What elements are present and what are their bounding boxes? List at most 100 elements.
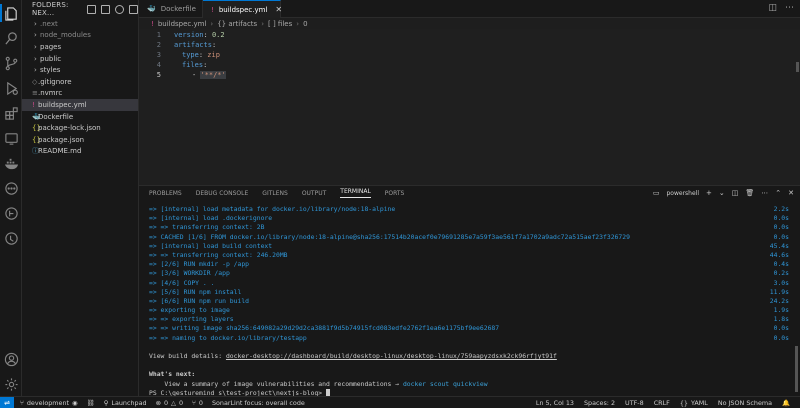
build-step-time: 3.0s xyxy=(773,278,789,287)
split-terminal-icon[interactable]: ◫ xyxy=(732,189,739,197)
build-step-text: => => naming to docker.io/library/testap… xyxy=(149,333,307,342)
sonarlint-status[interactable]: SonarLint focus: overall code xyxy=(212,399,305,407)
shell-name[interactable]: powershell xyxy=(666,190,699,197)
tab-label: buildspec.yml xyxy=(218,5,268,14)
error-icon: ⊗ xyxy=(155,398,161,407)
file-tree: › .next › node_modules › pages › public › styles ◇… xyxy=(22,18,138,157)
json-schema[interactable]: No JSON Schema xyxy=(718,399,772,407)
run-debug-icon[interactable] xyxy=(2,79,20,97)
breadcrumb-item[interactable]: 0 xyxy=(303,20,307,28)
tab-gitlens[interactable]: GITLENS xyxy=(262,190,288,197)
source-control-icon[interactable] xyxy=(2,54,20,72)
tree-file[interactable]: 🐳 Dockerfile xyxy=(22,111,138,123)
tree-item-label: buildspec.yml xyxy=(38,100,87,109)
close-icon[interactable]: ✕ xyxy=(275,5,282,14)
tree-folder[interactable]: › .next xyxy=(22,18,138,30)
notifications-bell-icon[interactable]: 🔔 xyxy=(782,399,790,407)
build-step-time: 11.9s xyxy=(769,287,789,296)
breadcrumb-item[interactable]: {} artifacts xyxy=(217,20,257,28)
settings-gear-icon[interactable] xyxy=(2,375,20,393)
terminal-scrollbar[interactable] xyxy=(795,346,798,392)
terminal-line: => => exporting layers 1.8s xyxy=(149,315,789,324)
git-graph-icon[interactable]: ⛓ xyxy=(87,399,95,407)
problems-indicator[interactable]: ⊗ 0 △ 0 xyxy=(156,399,183,407)
launchpad[interactable]: ⚲ Launchpad xyxy=(104,399,147,407)
tab-debug-console[interactable]: DEBUG CONSOLE xyxy=(196,190,249,197)
language-mode[interactable]: {} YAML xyxy=(680,399,708,407)
extensions-icon[interactable] xyxy=(2,104,20,122)
explorer-title: FOLDERS: NEX... xyxy=(32,1,69,17)
tab-output[interactable]: OUTPUT xyxy=(302,190,326,197)
breadcrumb: ! buildspec.yml › {} artifacts › [ ] fil… xyxy=(139,18,800,29)
breadcrumb-item[interactable]: buildspec.yml xyxy=(158,20,207,28)
build-step-text: => [6/6] RUN npm run build xyxy=(149,296,250,305)
timeline-icon[interactable] xyxy=(2,229,20,247)
yaml-value: '**/*' xyxy=(200,71,226,79)
tab-terminal[interactable]: TERMINAL xyxy=(340,188,371,198)
search-icon[interactable] xyxy=(2,29,20,47)
build-step-text: => [4/6] COPY . . xyxy=(149,278,215,287)
code-editor[interactable]: 1 version: 0.2 2 artifacts: 3 type: zip … xyxy=(139,29,800,185)
trash-icon[interactable]: 🗑 xyxy=(745,189,754,197)
error-count: 0 xyxy=(163,398,169,407)
chevron-right-icon: › xyxy=(34,54,37,63)
terminal-output[interactable]: => [internal] load metadata for docker.i… xyxy=(149,205,789,398)
new-file-icon[interactable] xyxy=(87,4,96,14)
new-folder-icon[interactable] xyxy=(101,4,110,14)
indentation[interactable]: Spaces: 2 xyxy=(584,399,615,407)
file-type-icon: 🐳 xyxy=(32,112,41,121)
tree-folder[interactable]: › styles xyxy=(22,64,138,76)
tab-problems[interactable]: PROBLEMS xyxy=(149,190,182,197)
close-panel-icon[interactable]: ✕ xyxy=(788,189,794,197)
tree-folder[interactable]: › pages xyxy=(22,41,138,53)
tab-buildspec[interactable]: ! buildspec.yml ✕ xyxy=(203,0,282,18)
gitlens-icon[interactable] xyxy=(2,204,20,222)
more-actions-icon[interactable]: ⋯ xyxy=(785,3,794,13)
remote-indicator-icon[interactable]: ⇌ xyxy=(0,396,14,408)
build-step-text: => [5/6] RUN npm install xyxy=(149,287,242,296)
new-terminal-icon[interactable]: + xyxy=(706,189,712,197)
tab-dockerfile[interactable]: 🐳 Dockerfile xyxy=(139,0,203,18)
warning-icon: △ xyxy=(171,398,176,407)
docker-icon[interactable] xyxy=(2,154,20,172)
refresh-icon[interactable] xyxy=(115,4,124,14)
build-details-link[interactable]: docker-desktop://dashboard/build/desktop… xyxy=(226,352,557,360)
yaml-file-icon: ! xyxy=(151,19,154,28)
chevron-right-icon: › xyxy=(261,19,265,28)
terminal-line: => => naming to docker.io/library/testap… xyxy=(149,334,789,343)
tree-file[interactable]: {} package.json xyxy=(22,134,138,146)
build-step-time: 0.0s xyxy=(773,324,789,333)
encoding[interactable]: UTF-8 xyxy=(625,399,644,407)
end-of-line[interactable]: CRLF xyxy=(654,399,670,407)
tree-folder[interactable]: › node_modules xyxy=(22,30,138,42)
tab-ports[interactable]: PORTS xyxy=(385,190,405,197)
scout-command[interactable]: docker scout quickview xyxy=(403,380,488,388)
editor-scrollbar[interactable] xyxy=(796,62,799,72)
collapse-all-icon[interactable] xyxy=(129,4,138,14)
tree-file[interactable]: {} package-lock.json xyxy=(22,122,138,134)
ports-indicator[interactable]: ⑂ 0 xyxy=(192,399,203,407)
terminal-icon: ▭ xyxy=(652,189,660,197)
build-step-time: 1.9s xyxy=(773,306,789,315)
account-icon[interactable] xyxy=(2,350,20,368)
tree-file[interactable]: ! buildspec.yml xyxy=(22,99,138,111)
explorer-sidebar: FOLDERS: NEX... › .next › node_modules › page… xyxy=(22,0,139,396)
more-icon[interactable] xyxy=(2,179,20,197)
yaml-value: zip xyxy=(207,51,220,59)
remote-explorer-icon[interactable] xyxy=(2,129,20,147)
chevron-down-icon[interactable]: ⌄ xyxy=(719,189,725,197)
cursor-position[interactable]: Ln 5, Col 13 xyxy=(536,399,574,407)
explorer-icon[interactable] xyxy=(0,4,20,22)
split-editor-icon[interactable]: ◫ xyxy=(768,3,777,13)
tree-file[interactable]: ≡ .nvmrc xyxy=(22,88,138,100)
tree-item-label: Dockerfile xyxy=(38,112,74,121)
tree-file[interactable]: ⓘ README.md xyxy=(22,146,138,158)
more-actions-icon[interactable]: ⋯ xyxy=(761,189,768,197)
tree-folder[interactable]: › public xyxy=(22,53,138,65)
breadcrumb-item[interactable]: [ ] files xyxy=(268,20,292,28)
yaml-key: files xyxy=(182,61,204,69)
maximize-panel-icon[interactable]: ⌃ xyxy=(775,189,781,197)
git-branch[interactable]: ⑂ development ◉ xyxy=(20,399,78,407)
tree-file[interactable]: ◇ .gitignore xyxy=(22,76,138,88)
